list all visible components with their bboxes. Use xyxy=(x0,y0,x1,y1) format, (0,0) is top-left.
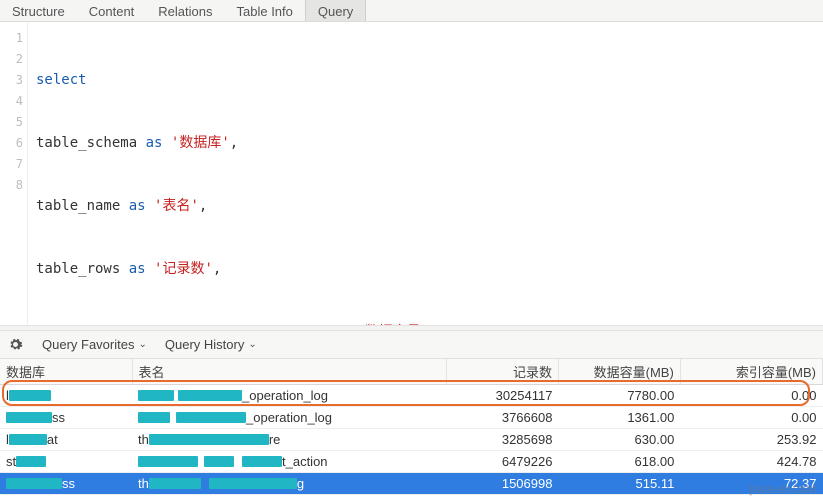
results-toolbar: Query Favorites ⌄ Query History ⌄ xyxy=(0,331,823,359)
tab-tableinfo[interactable]: Table Info xyxy=(225,0,305,21)
table-row[interactable]: lat thre 3285698 630.00 253.92 xyxy=(0,429,823,451)
editor-gutter: 1 2 3 4 5 6 7 8 xyxy=(0,22,28,325)
chevron-down-icon: ⌄ xyxy=(138,339,146,350)
col-header-rows[interactable]: 记录数 xyxy=(447,359,559,385)
query-history-dropdown[interactable]: Query History ⌄ xyxy=(165,337,257,352)
chevron-down-icon: ⌄ xyxy=(248,339,256,350)
tab-structure[interactable]: Structure xyxy=(0,0,77,21)
query-editor[interactable]: 1 2 3 4 5 6 7 8 select table_schema as '… xyxy=(0,22,823,325)
query-favorites-dropdown[interactable]: Query Favorites ⌄ xyxy=(42,337,147,352)
col-header-table[interactable]: 表名 xyxy=(132,359,447,385)
table-header-row: 数据库 表名 记录数 数据容量(MB) 索引容量(MB) xyxy=(0,359,823,385)
results-pane: 数据库 表名 记录数 数据容量(MB) 索引容量(MB) l _operatio… xyxy=(0,359,823,500)
results-table[interactable]: 数据库 表名 记录数 数据容量(MB) 索引容量(MB) l _operatio… xyxy=(0,359,823,495)
col-header-index-mb[interactable]: 索引容量(MB) xyxy=(680,359,822,385)
tab-query[interactable]: Query xyxy=(305,0,366,21)
editor-code[interactable]: select table_schema as '数据库', table_name… xyxy=(28,22,823,325)
tab-relations[interactable]: Relations xyxy=(146,0,224,21)
table-row[interactable]: ss thg 1506998 515.11 72.37 xyxy=(0,473,823,495)
col-header-data-mb[interactable]: 数据容量(MB) xyxy=(558,359,680,385)
tabbar: Structure Content Relations Table Info Q… xyxy=(0,0,823,22)
tab-content[interactable]: Content xyxy=(77,0,147,21)
table-row[interactable]: ss _operation_log 3766608 1361.00 0.00 xyxy=(0,407,823,429)
col-header-db[interactable]: 数据库 xyxy=(0,359,132,385)
table-row[interactable]: st t_action 6479226 618.00 424.78 xyxy=(0,451,823,473)
table-row[interactable]: l _operation_log 30254117 7780.00 0.00 xyxy=(0,385,823,407)
gear-icon[interactable] xyxy=(6,336,24,354)
